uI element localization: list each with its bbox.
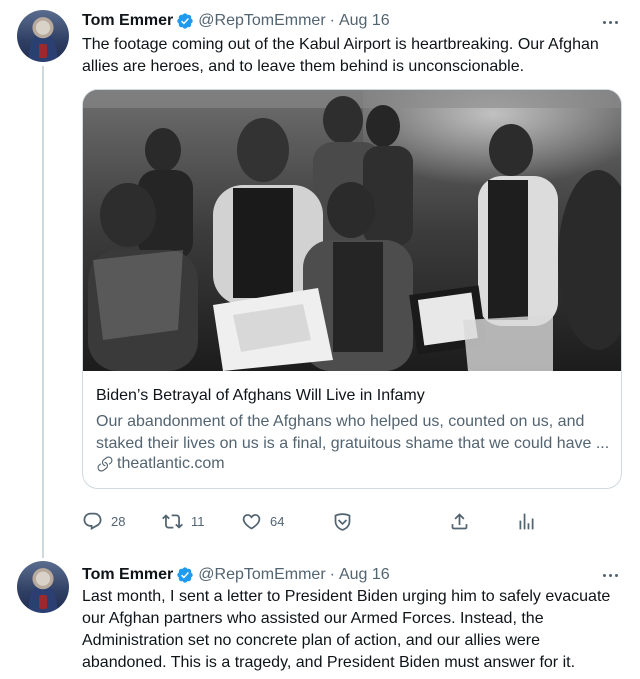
tweet-date[interactable]: Aug 16 <box>339 12 390 30</box>
author-name[interactable]: Tom Emmer <box>82 12 173 30</box>
author-handle[interactable]: @RepTomEmmer <box>198 566 325 584</box>
tweet-text: Last month, I sent a letter to President… <box>82 588 611 671</box>
reply-count: 28 <box>111 513 126 529</box>
author-name[interactable]: Tom Emmer <box>82 566 173 584</box>
reply-button[interactable]: 28 <box>82 509 125 533</box>
share-icon <box>451 512 468 529</box>
retweet-count: 11 <box>191 513 205 529</box>
link-card-description: Our abandonment of the Afghans who helpe… <box>96 413 610 452</box>
tweet-date[interactable]: Aug 16 <box>339 566 390 584</box>
heart-icon <box>242 513 261 530</box>
link-card-image[interactable] <box>83 90 621 371</box>
tweet-actions: 28 11 64 <box>82 509 542 533</box>
header-separator: · <box>329 12 335 29</box>
verified-badge-icon <box>177 13 193 29</box>
analytics-icon <box>519 513 534 529</box>
link-card-domain: theatlantic.com <box>96 455 225 473</box>
more-options-icon[interactable] <box>598 12 622 32</box>
card-photo <box>83 90 621 371</box>
share-button[interactable] <box>449 509 470 533</box>
like-count: 64 <box>270 513 285 529</box>
retweet-button[interactable]: 11 <box>162 509 205 533</box>
reply-icon <box>83 512 102 530</box>
author-handle[interactable]: @RepTomEmmer <box>198 12 325 30</box>
retweet-icon <box>162 513 183 529</box>
like-button[interactable]: 64 <box>241 509 284 533</box>
link-card-domain-text: theatlantic.com <box>117 455 225 472</box>
bookmark-button[interactable] <box>332 509 353 533</box>
tweet-header: Tom Emmer @RepTomEmmer · Aug 16 <box>82 10 390 32</box>
tweet[interactable]: Tom Emmer @RepTomEmmer · Aug 16 Last mon… <box>0 552 640 679</box>
author-avatar[interactable] <box>17 10 69 62</box>
verified-badge-icon <box>177 567 193 583</box>
tweet-header: Tom Emmer @RepTomEmmer · Aug 16 <box>82 564 390 586</box>
tweet-text: The footage coming out of the Kabul Airp… <box>82 36 599 75</box>
link-icon <box>97 456 113 472</box>
tweet[interactable]: Tom Emmer @RepTomEmmer · Aug 16 The foot… <box>0 0 640 548</box>
header-separator: · <box>329 566 335 583</box>
more-options-icon[interactable] <box>598 565 622 585</box>
author-avatar[interactable] <box>17 561 69 613</box>
link-card-title: Biden’s Betrayal of Afghans Will Live in… <box>96 387 425 404</box>
downvote-shield-icon <box>334 512 351 531</box>
analytics-button[interactable] <box>516 509 537 533</box>
link-card[interactable]: Biden’s Betrayal of Afghans Will Live in… <box>82 89 622 489</box>
